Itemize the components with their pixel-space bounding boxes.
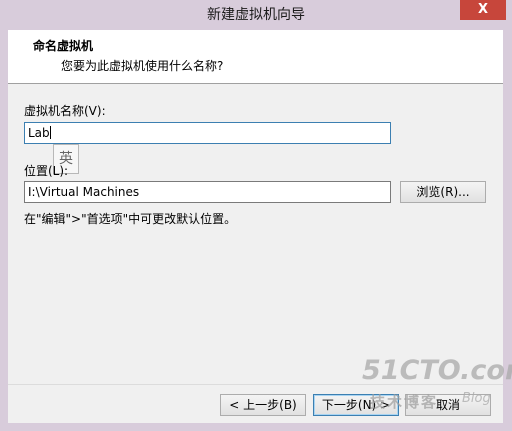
location-hint: 在"编辑">"首选项"中可更改默认位置。 (24, 212, 237, 226)
location-input[interactable]: I:\Virtual Machines (24, 181, 391, 203)
browse-button[interactable]: 浏览(R)... (400, 181, 486, 203)
page-title: 命名虚拟机 (33, 39, 94, 53)
vm-name-input[interactable]: Lab (24, 122, 391, 144)
page-subtitle: 您要为此虚拟机使用什么名称? (61, 59, 224, 73)
close-button[interactable]: X (460, 0, 506, 20)
divider (8, 384, 503, 385)
window-title: 新建虚拟机向导 (207, 7, 305, 23)
back-button[interactable]: < 上一步(B) (220, 394, 306, 416)
vm-name-value: Lab (28, 126, 50, 140)
next-button[interactable]: 下一步(N) > (313, 394, 399, 416)
close-icon: X (477, 2, 489, 17)
wizard-window: 新建虚拟机向导 X 命名虚拟机 您要为此虚拟机使用什么名称? 虚拟机名称(V):… (0, 0, 512, 431)
wizard-content: 命名虚拟机 您要为此虚拟机使用什么名称? 虚拟机名称(V): Lab 英 位置(… (8, 30, 503, 423)
location-value: I:\Virtual Machines (28, 185, 140, 199)
cancel-button[interactable]: 取消 (405, 394, 491, 416)
text-caret (49, 126, 51, 139)
location-label: 位置(L): (24, 164, 69, 178)
title-bar[interactable]: 新建虚拟机向导 X (0, 0, 512, 30)
vm-name-label: 虚拟机名称(V): (24, 104, 106, 118)
wizard-header: 命名虚拟机 您要为此虚拟机使用什么名称? (8, 30, 503, 84)
